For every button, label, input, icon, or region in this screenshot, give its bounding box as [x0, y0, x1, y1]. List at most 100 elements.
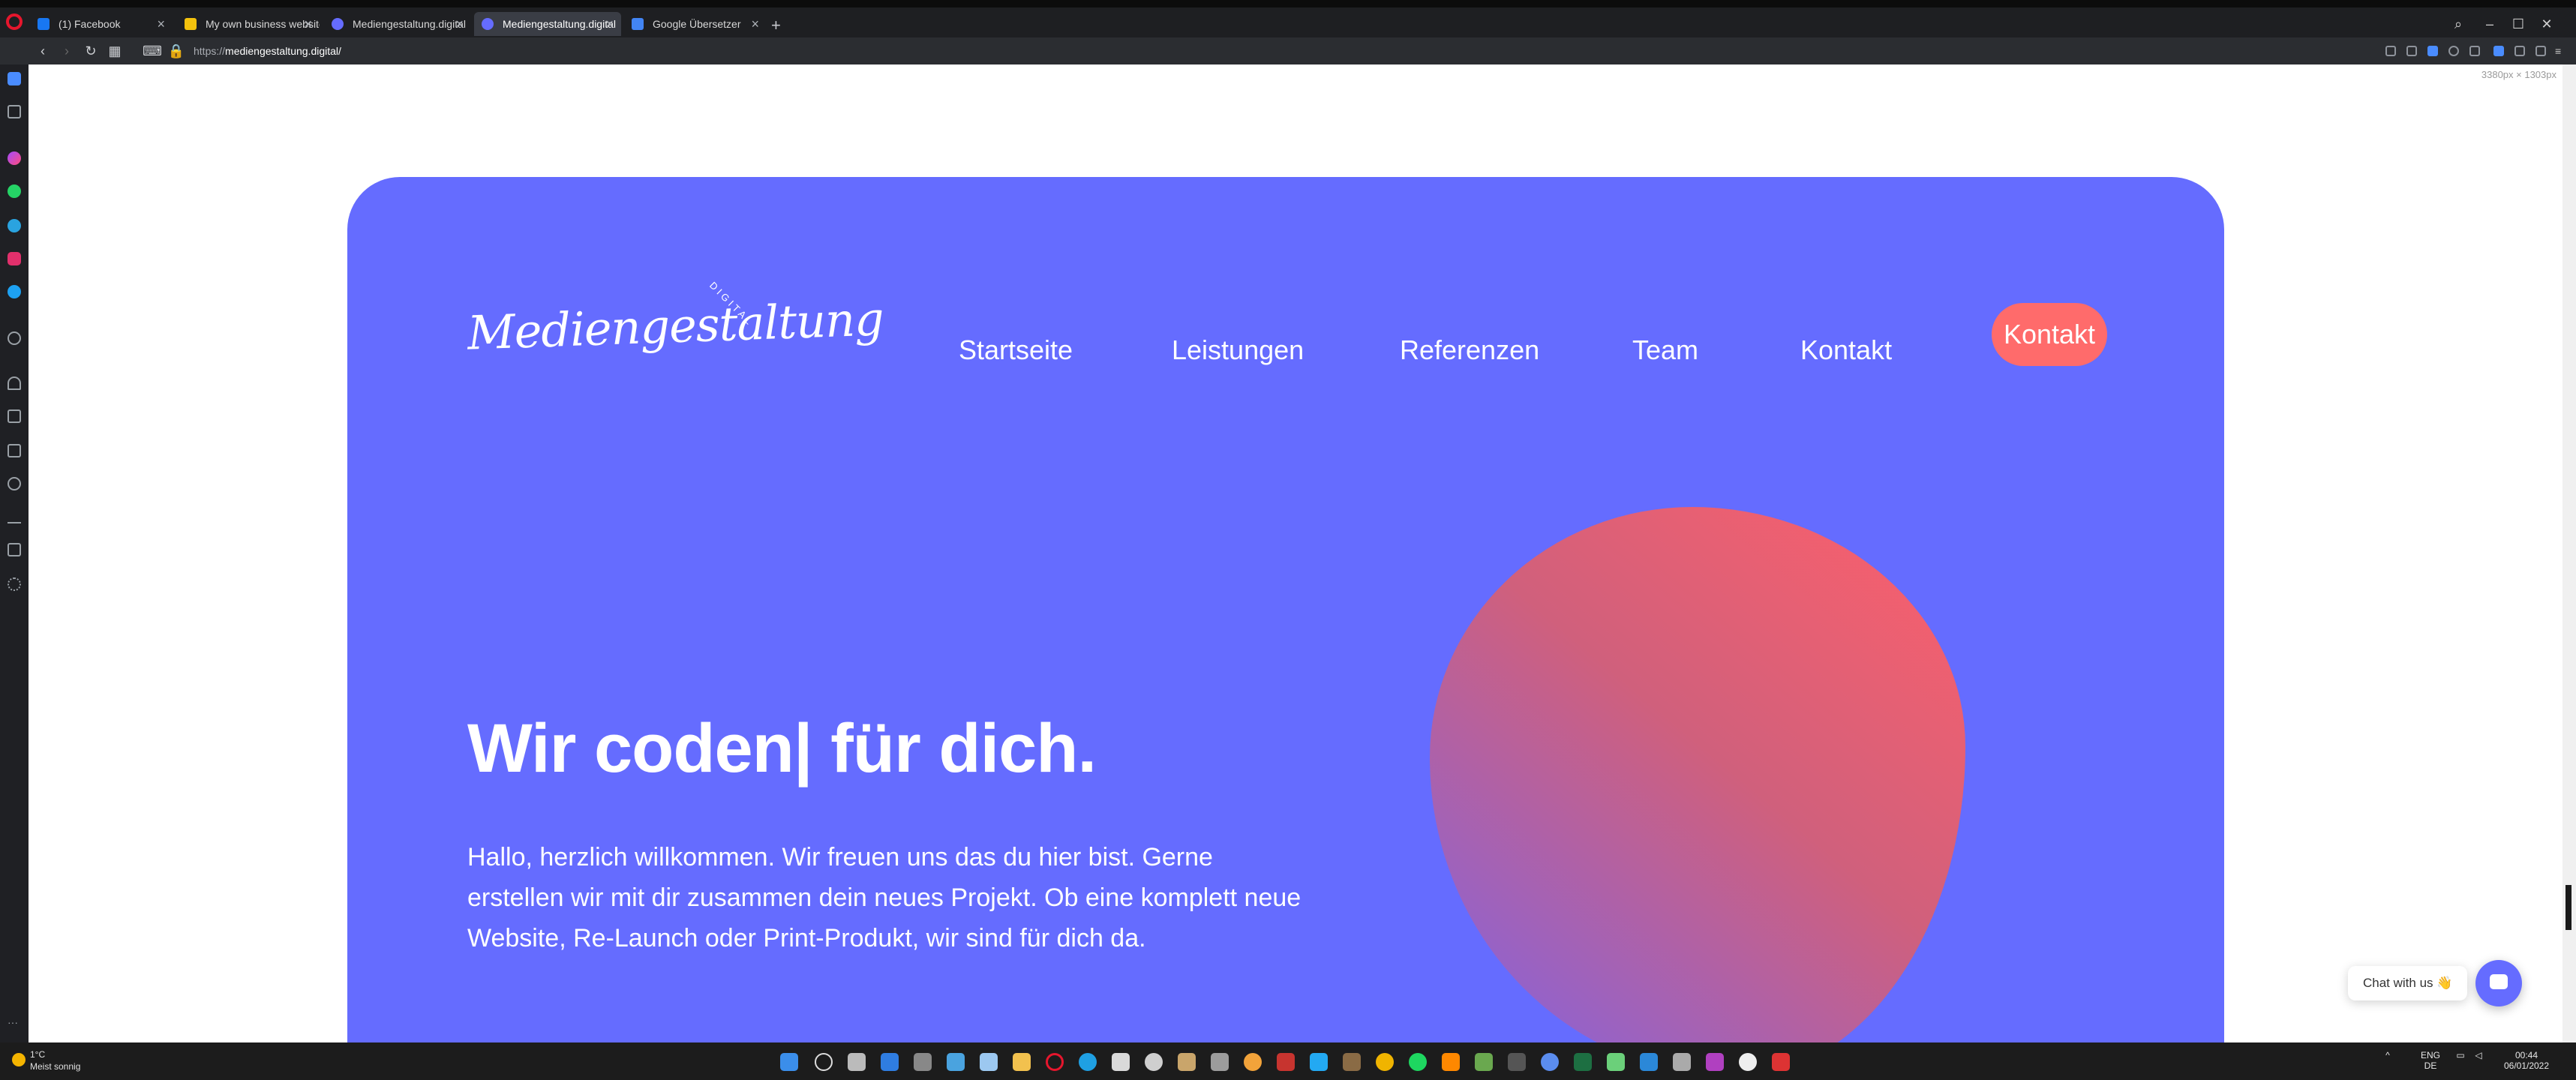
forward-icon[interactable]: ›: [57, 42, 77, 60]
nav-startseite[interactable]: Startseite: [959, 334, 1073, 366]
new-tab-button[interactable]: +: [771, 15, 781, 36]
app-icon[interactable]: [1508, 1053, 1526, 1071]
task-view-icon[interactable]: [848, 1053, 866, 1071]
history-icon[interactable]: [8, 477, 21, 490]
whatsapp-icon[interactable]: [8, 184, 21, 198]
volume-icon[interactable]: ◁: [2471, 1050, 2486, 1060]
tab-google-translate[interactable]: Google Übersetzer ×: [624, 12, 767, 36]
date: 06/01/2022: [2503, 1060, 2550, 1071]
heart-icon[interactable]: [2448, 46, 2459, 56]
bookmark-icon[interactable]: [2469, 46, 2480, 56]
app-icon[interactable]: [1772, 1053, 1790, 1071]
nav-leistungen[interactable]: Leistungen: [1172, 334, 1304, 366]
window-top-strip: [0, 0, 2576, 8]
app-icon[interactable]: [1673, 1053, 1691, 1071]
reload-icon[interactable]: ↻: [81, 42, 101, 60]
app-icon[interactable]: [1706, 1053, 1724, 1071]
app-icon[interactable]: [1244, 1053, 1262, 1071]
app-icon[interactable]: [1211, 1053, 1229, 1071]
player-icon[interactable]: [8, 332, 21, 345]
messenger-icon[interactable]: [8, 152, 21, 165]
app-icon[interactable]: [1343, 1053, 1361, 1071]
app-icon[interactable]: [1739, 1053, 1757, 1071]
twitter-icon[interactable]: [8, 285, 21, 298]
vscode-icon[interactable]: [1310, 1053, 1328, 1071]
extensions-icon[interactable]: [8, 543, 21, 556]
chat-button[interactable]: [2475, 960, 2522, 1006]
heart-icon[interactable]: [8, 376, 21, 390]
search-tabs-icon[interactable]: ⌕: [2447, 15, 2469, 33]
close-tab-icon[interactable]: ×: [605, 12, 614, 36]
hero-lead-text: Hallo, herzlich willkommen. Wir freuen u…: [467, 843, 1302, 952]
store-icon[interactable]: [947, 1053, 965, 1071]
menu-icon[interactable]: ≡: [2555, 46, 2565, 56]
app-icon[interactable]: [1541, 1053, 1559, 1071]
pinboard-icon[interactable]: [8, 444, 21, 458]
tab-mediengestaltung-active[interactable]: Mediengestaltung.digital ×: [474, 12, 621, 36]
telegram-icon[interactable]: [8, 219, 21, 232]
home-icon[interactable]: [8, 72, 21, 86]
start-icon[interactable]: [780, 1053, 798, 1071]
clock[interactable]: 00:44 06/01/2022: [2495, 1050, 2558, 1071]
weather-widget[interactable]: 1°C Meist sonnig: [12, 1048, 80, 1072]
tabs-grid-icon[interactable]: ▦: [105, 42, 125, 60]
close-tab-icon[interactable]: ×: [304, 12, 312, 36]
camera-icon[interactable]: [2385, 46, 2396, 56]
more-icon[interactable]: ···: [8, 1017, 21, 1030]
app-icon[interactable]: [1607, 1053, 1625, 1071]
app-icon[interactable]: [1640, 1053, 1658, 1071]
kontakt-button[interactable]: Kontakt: [1992, 303, 2107, 366]
tab-mediengestaltung-1[interactable]: Mediengestaltung.digital ×: [324, 12, 471, 36]
tab-business-website[interactable]: My own business website ×: [177, 12, 320, 36]
opera-taskbar-icon[interactable]: [1046, 1053, 1064, 1071]
speed-dial-icon[interactable]: [8, 105, 21, 118]
downloads-icon[interactable]: [8, 510, 21, 524]
wallet-icon[interactable]: [2493, 46, 2504, 56]
excel-icon[interactable]: [1574, 1053, 1592, 1071]
maximize-icon[interactable]: ☐: [2507, 15, 2529, 33]
nav-referenzen[interactable]: Referenzen: [1400, 334, 1539, 366]
vpn-shield-icon[interactable]: [2427, 46, 2438, 56]
app-icon[interactable]: [1475, 1053, 1493, 1071]
chrome-icon[interactable]: [1376, 1053, 1394, 1071]
url-prefix: https://: [194, 45, 226, 57]
browser-sidebar: ···: [0, 64, 29, 1042]
settings-icon[interactable]: [914, 1053, 932, 1071]
nav-kontakt[interactable]: Kontakt: [1800, 334, 1892, 366]
scrollbar-thumb[interactable]: [2565, 885, 2571, 930]
close-tab-icon[interactable]: ×: [157, 12, 165, 36]
close-tab-icon[interactable]: ×: [751, 12, 759, 36]
network-icon[interactable]: ▭: [2453, 1050, 2468, 1060]
app-icon[interactable]: [1145, 1053, 1163, 1071]
app-icon[interactable]: [1112, 1053, 1130, 1071]
snapshot-icon[interactable]: [2406, 46, 2417, 56]
edge-icon[interactable]: [1079, 1053, 1097, 1071]
site-logo[interactable]: Mediengestaltung: [467, 291, 884, 360]
tray-chevron-icon[interactable]: ^: [2378, 1050, 2397, 1060]
settings-icon[interactable]: [8, 578, 21, 591]
app-icon[interactable]: [1178, 1053, 1196, 1071]
close-tab-icon[interactable]: ×: [455, 12, 464, 36]
back-icon[interactable]: ‹: [33, 42, 53, 60]
language-indicator[interactable]: ENG DE: [2415, 1050, 2445, 1071]
minimize-icon[interactable]: –: [2478, 15, 2501, 33]
spotify-icon[interactable]: [1409, 1053, 1427, 1071]
mail-icon[interactable]: [881, 1053, 899, 1071]
file-explorer-icon[interactable]: [1013, 1053, 1031, 1071]
search-icon[interactable]: [815, 1053, 833, 1071]
vlc-icon[interactable]: [1442, 1053, 1460, 1071]
close-window-icon[interactable]: ✕: [2535, 15, 2558, 33]
photos-icon[interactable]: [980, 1053, 998, 1071]
url-domain: mediengestaltung.digital/: [225, 45, 341, 57]
chat-label[interactable]: Chat with us 👋: [2348, 966, 2468, 1000]
download-icon[interactable]: [2535, 46, 2546, 56]
news-icon[interactable]: [8, 410, 21, 423]
app-icon[interactable]: [1277, 1053, 1295, 1071]
cube-icon[interactable]: [2514, 46, 2525, 56]
instagram-icon[interactable]: [8, 252, 21, 266]
url-field[interactable]: https://mediengestaltung.digital/: [194, 38, 341, 64]
opera-logo-icon[interactable]: [6, 14, 23, 30]
keyboard-icon[interactable]: ⌨: [143, 42, 162, 60]
tab-facebook[interactable]: (1) Facebook ×: [30, 12, 173, 36]
nav-team[interactable]: Team: [1632, 334, 1698, 366]
